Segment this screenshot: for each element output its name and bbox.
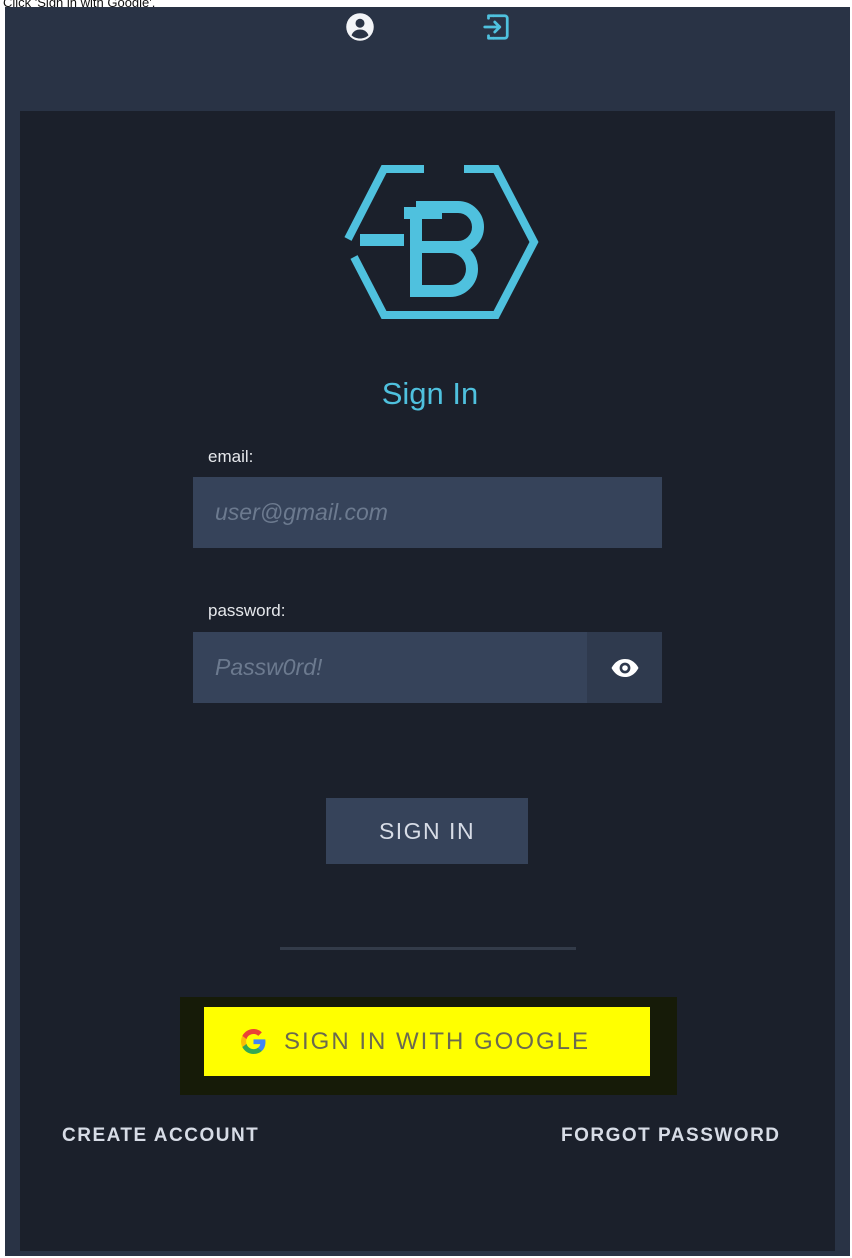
sign-in-panel: Sign In email: password: SIGN IN SI xyxy=(20,111,835,1251)
password-label: password: xyxy=(208,601,286,620)
create-account-link[interactable]: CREATE ACCOUNT xyxy=(62,1125,259,1147)
top-navigation-bar xyxy=(5,7,850,111)
email-label: email: xyxy=(208,447,254,466)
sign-in-button[interactable]: SIGN IN xyxy=(326,798,528,864)
password-field[interactable] xyxy=(193,632,587,703)
google-button-label: SIGN IN WITH GOOGLE xyxy=(284,1027,591,1055)
google-icon xyxy=(241,1029,266,1054)
account-circle-icon[interactable] xyxy=(343,10,377,44)
toggle-password-visibility-button[interactable] xyxy=(587,632,662,703)
eye-icon xyxy=(611,658,638,677)
google-button-frame: SIGN IN WITH GOOGLE xyxy=(180,997,677,1095)
email-field[interactable] xyxy=(193,477,662,548)
brand-logo xyxy=(340,163,540,321)
page-title: Sign In xyxy=(381,376,479,411)
sign-in-icon[interactable] xyxy=(479,10,513,44)
app-window: Sign In email: password: SIGN IN SI xyxy=(5,7,850,1256)
sign-in-with-google-button[interactable]: SIGN IN WITH GOOGLE xyxy=(204,1007,650,1076)
forgot-password-link[interactable]: FORGOT PASSWORD xyxy=(561,1125,781,1147)
divider xyxy=(280,947,576,950)
